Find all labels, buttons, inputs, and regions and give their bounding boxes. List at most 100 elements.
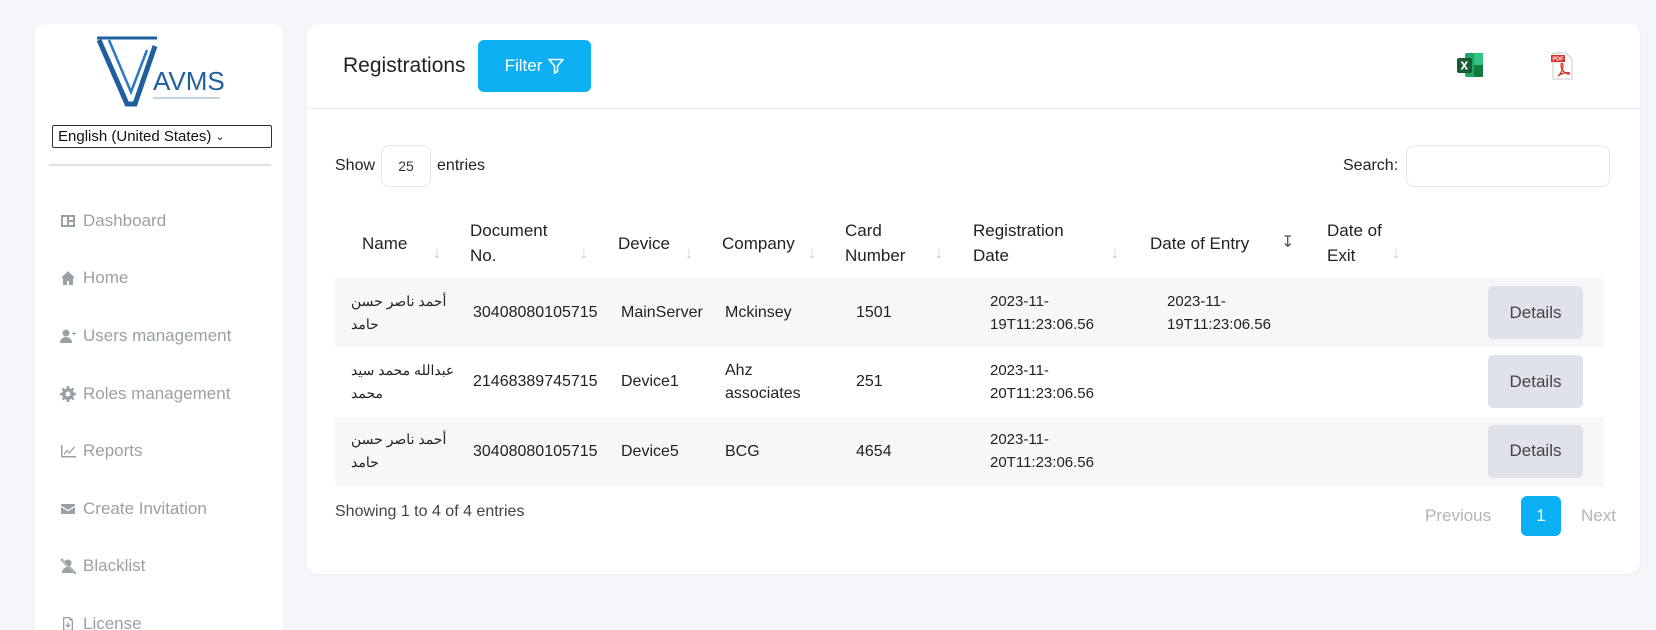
pagination: Previous 1 Next xyxy=(1417,496,1616,536)
sort-icon[interactable]: ↓ xyxy=(685,245,693,263)
sidebar: AVMS English (United States) ⌄ Dashboard… xyxy=(35,24,283,630)
user-plus-icon xyxy=(59,327,77,345)
column-header-name[interactable]: Name xyxy=(362,208,452,278)
cell-card-number: 1501 xyxy=(856,304,892,322)
cell-registration-date: 2023-11-20T11:23:06.56 xyxy=(990,361,1094,402)
vavms-logo[interactable]: AVMS xyxy=(95,34,225,110)
column-header-document-no[interactable]: Document No. xyxy=(470,208,570,278)
cell-card-number: 251 xyxy=(856,373,883,391)
sidebar-item-label: Create Invitation xyxy=(83,498,207,518)
page-length-select[interactable]: 25 xyxy=(381,145,432,187)
cell-name: عبدالله محمد سيد محمد xyxy=(351,361,455,401)
cell-date-of-entry xyxy=(1167,417,1292,486)
column-header-label: Company xyxy=(722,233,795,253)
dashboard-icon xyxy=(59,212,77,230)
sort-desc-icon[interactable]: ↧ xyxy=(1281,232,1294,252)
sidebar-item-roles-management[interactable]: Roles management xyxy=(59,365,231,423)
column-header-registration-date[interactable]: Registration Date xyxy=(973,208,1083,278)
sidebar-item-label: Blacklist xyxy=(83,556,146,576)
sort-icon[interactable]: ↓ xyxy=(1111,245,1119,263)
table-row: أحمد ناصر حسن حامد 30408080105715 Device… xyxy=(335,416,1604,486)
cell-name: أحمد ناصر حسن حامد xyxy=(351,292,447,332)
show-label: Show xyxy=(335,157,376,174)
column-header-company[interactable]: Company xyxy=(722,208,822,278)
language-select-value: English (United States) xyxy=(58,128,212,145)
cell-document-no: 30408080105715 xyxy=(473,304,598,322)
previous-page-button[interactable]: Previous xyxy=(1417,506,1521,526)
sidebar-item-label: Roles management xyxy=(83,383,231,403)
sidebar-divider xyxy=(49,164,271,166)
search-control: Search: xyxy=(1343,145,1611,187)
sidebar-item-home[interactable]: Home xyxy=(59,250,231,308)
cell-company: BCG xyxy=(725,442,760,460)
pdf-export-icon[interactable]: PDF xyxy=(1550,52,1574,80)
table-row: أحمد ناصر حسن حامد 30408080105715 MainSe… xyxy=(335,278,1604,348)
sidebar-item-label: Dashboard xyxy=(83,210,167,230)
registrations-table: Name ↓ Document No. ↓ Device ↓ Company ↓… xyxy=(335,208,1604,486)
sort-icon[interactable]: ↓ xyxy=(935,245,943,263)
filter-button-label: Filter xyxy=(504,56,543,75)
page-length-control: Show 25 entries xyxy=(335,145,485,187)
excel-export-icon[interactable] xyxy=(1456,52,1484,78)
table-row: عبدالله محمد سيد محمد 21468389745715 Dev… xyxy=(335,347,1604,416)
file-download-icon xyxy=(59,615,77,630)
chart-icon xyxy=(59,442,77,460)
sidebar-item-label: Home xyxy=(83,268,129,288)
details-button[interactable]: Details xyxy=(1488,355,1583,409)
sidebar-item-reports[interactable]: Reports xyxy=(59,422,231,480)
table-header: Name ↓ Document No. ↓ Device ↓ Company ↓… xyxy=(335,208,1604,278)
details-button[interactable]: Details xyxy=(1488,286,1583,339)
sort-icon[interactable]: ↓ xyxy=(1392,245,1400,263)
sidebar-nav: Dashboard Home Users management Roles ma… xyxy=(59,192,231,630)
card-header: Registrations Filter PDF xyxy=(307,24,1640,109)
sort-icon[interactable]: ↓ xyxy=(433,245,441,263)
cell-document-no: 21468389745715 xyxy=(473,373,598,391)
registrations-card: Registrations Filter PDF Show 25 entries… xyxy=(307,24,1640,574)
sort-icon[interactable]: ↓ xyxy=(580,245,588,263)
search-label: Search: xyxy=(1343,157,1399,174)
cell-date-of-entry xyxy=(1167,347,1292,416)
chevron-down-icon: ⌄ xyxy=(215,131,225,143)
envelope-icon xyxy=(59,500,77,518)
entries-label: entries xyxy=(437,157,486,174)
column-header-date-of-exit[interactable]: Date of Exit xyxy=(1327,208,1397,278)
column-header-label: Date of Exit xyxy=(1327,221,1382,265)
table-info: Showing 1 to 4 of 4 entries xyxy=(335,503,525,520)
sidebar-item-blacklist[interactable]: Blacklist xyxy=(59,538,231,596)
sort-icon[interactable]: ↓ xyxy=(808,245,816,263)
cell-device: Device5 xyxy=(621,442,679,460)
cell-document-no: 30408080105715 xyxy=(473,442,598,460)
sidebar-item-users-management[interactable]: Users management xyxy=(59,307,231,365)
column-header-label: Document No. xyxy=(470,221,548,265)
sidebar-item-license[interactable]: License xyxy=(59,595,231,630)
user-slash-icon xyxy=(59,557,77,575)
filter-button[interactable]: Filter xyxy=(478,40,591,92)
next-page-button[interactable]: Next xyxy=(1581,506,1616,526)
column-header-label: Card Number xyxy=(845,221,906,265)
cell-device: Device1 xyxy=(621,373,679,391)
cell-name: أحمد ناصر حسن حامد xyxy=(351,431,447,471)
column-header-label: Name xyxy=(362,233,408,253)
svg-text:AVMS: AVMS xyxy=(153,66,225,96)
sidebar-item-label: Users management xyxy=(83,325,232,345)
sidebar-item-dashboard[interactable]: Dashboard xyxy=(59,192,231,250)
page-button-1[interactable]: 1 xyxy=(1521,496,1561,536)
gear-icon xyxy=(59,385,77,403)
sidebar-item-label: License xyxy=(83,613,142,630)
column-header-label: Device xyxy=(618,233,670,253)
page-title: Registrations xyxy=(343,54,466,77)
details-button[interactable]: Details xyxy=(1488,424,1583,478)
column-header-date-of-entry[interactable]: Date of Entry xyxy=(1150,208,1270,278)
cell-registration-date: 2023-11-19T11:23:06.56 xyxy=(990,292,1094,333)
cell-device: MainServer xyxy=(621,304,703,322)
column-header-device[interactable]: Device xyxy=(618,208,698,278)
sidebar-item-create-invitation[interactable]: Create Invitation xyxy=(59,480,231,538)
cell-card-number: 4654 xyxy=(856,442,892,460)
language-select[interactable]: English (United States) ⌄ xyxy=(52,125,272,148)
sidebar-item-label: Reports xyxy=(83,441,143,461)
cell-date-of-entry: 2023-11-19T11:23:06.56 xyxy=(1167,292,1271,333)
column-header-card-number[interactable]: Card Number xyxy=(845,208,925,278)
column-header-label: Registration Date xyxy=(973,221,1064,265)
column-header-label: Date of Entry xyxy=(1150,233,1250,253)
search-input[interactable] xyxy=(1406,145,1611,187)
